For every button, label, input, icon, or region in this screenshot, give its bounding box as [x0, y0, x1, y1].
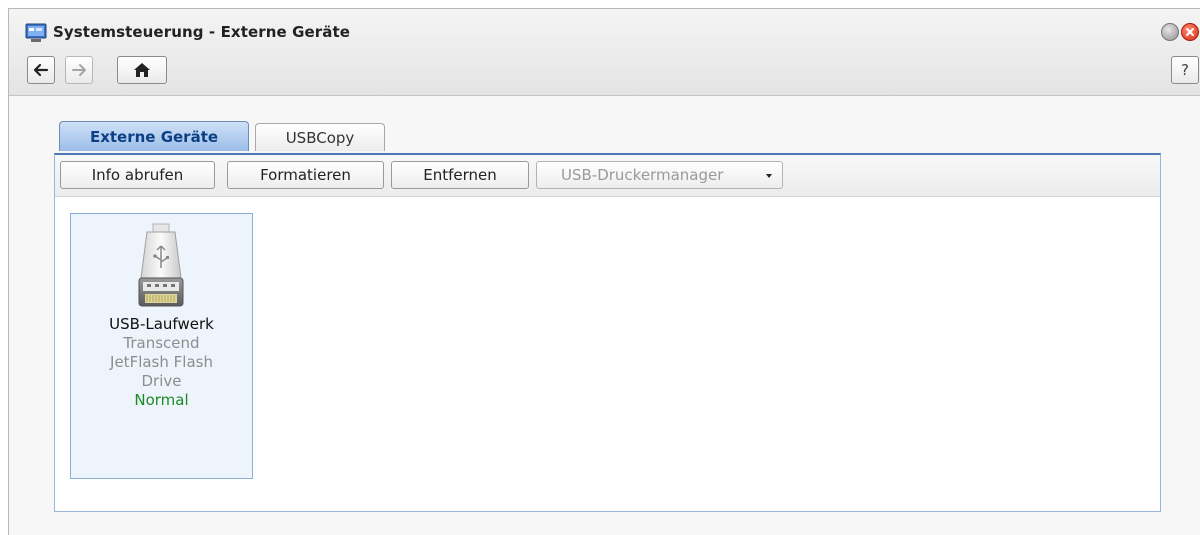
back-button[interactable]: [27, 56, 55, 84]
dropdown-caret-icon: [766, 174, 772, 178]
main-content: Externe Geräte USBCopy Info abrufen Form…: [9, 97, 1200, 535]
info-button[interactable]: Info abrufen: [60, 161, 215, 189]
usb-drive-icon: [138, 223, 184, 307]
device-info: USB-Laufwerk Transcend JetFlash Flash Dr…: [71, 315, 252, 410]
device-toolbar: Info abrufen Formatieren Entfernen USB-D…: [55, 155, 1160, 197]
remove-button[interactable]: Entfernen: [391, 161, 529, 189]
control-panel-window: Systemsteuerung - Externe Geräte ? Exter…: [8, 8, 1200, 535]
tab-usbcopy[interactable]: USBCopy: [255, 123, 385, 151]
device-status: Normal: [134, 391, 189, 409]
devices-panel: Info abrufen Formatieren Entfernen USB-D…: [54, 153, 1161, 512]
back-arrow-icon: [33, 63, 49, 77]
title-bar: Systemsteuerung - Externe Geräte ?: [9, 9, 1200, 96]
home-button[interactable]: [117, 56, 167, 84]
device-model-line-3: Drive: [141, 372, 182, 390]
help-icon: ?: [1181, 61, 1189, 79]
minimize-icon[interactable]: [1161, 23, 1179, 41]
tab-externe-geraete[interactable]: Externe Geräte: [59, 121, 249, 151]
device-model-line-1: Transcend: [123, 334, 200, 352]
forward-arrow-icon: [72, 64, 86, 76]
device-card[interactable]: USB-Laufwerk Transcend JetFlash Flash Dr…: [70, 213, 253, 479]
device-name: USB-Laufwerk: [109, 315, 214, 333]
forward-button[interactable]: [65, 56, 93, 84]
device-model-line-2: JetFlash Flash: [110, 353, 213, 371]
format-button[interactable]: Formatieren: [227, 161, 384, 189]
window-title: Systemsteuerung - Externe Geräte: [53, 23, 351, 41]
usb-printer-manager-label: USB-Druckermanager: [561, 166, 724, 184]
control-panel-icon: [25, 23, 47, 42]
help-button[interactable]: ?: [1171, 56, 1199, 84]
usb-printer-manager-dropdown[interactable]: USB-Druckermanager: [536, 161, 783, 189]
home-icon: [134, 63, 150, 77]
close-icon[interactable]: [1181, 23, 1199, 41]
